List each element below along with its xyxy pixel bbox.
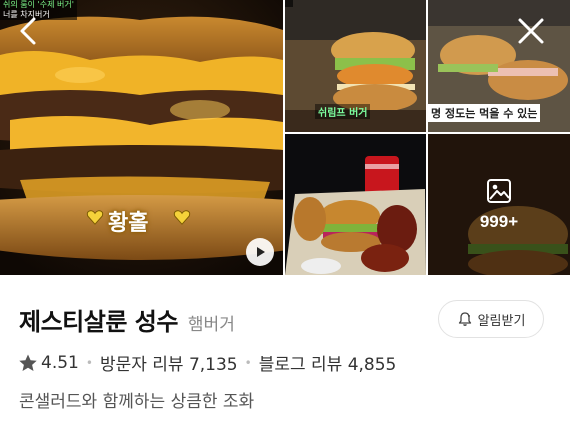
fried-chicken-burger-image bbox=[285, 134, 426, 275]
visitor-reviews-link[interactable]: 방문자 리뷰 7,135 bbox=[100, 350, 238, 375]
star-icon bbox=[19, 354, 37, 371]
heart-sticker-left-icon bbox=[86, 210, 104, 225]
back-button[interactable] bbox=[12, 14, 46, 48]
thumb2-caption: 명 정도는 먹을 수 있는 bbox=[428, 104, 541, 122]
photo-gallery: 쉬의 룸이 '수제 버거' 너를 차지버거 황홀 쉬림프 버거 명 정도는 먹을… bbox=[0, 0, 570, 275]
thumb1-caption: 쉬림프 버거 bbox=[315, 104, 371, 119]
place-name: 제스티살룬 성수 bbox=[19, 308, 178, 336]
thumbnail-photo-more[interactable]: 999+ bbox=[428, 134, 570, 275]
stats-row: 4.51 • 방문자 리뷰 7,135 • 블로그 리뷰 4,855 bbox=[18, 350, 396, 375]
place-category: 햄버거 bbox=[187, 315, 235, 335]
play-button[interactable] bbox=[246, 238, 274, 266]
thumbnail-photo-2[interactable]: 명 정도는 먹을 수 있는 bbox=[428, 0, 570, 132]
close-button[interactable] bbox=[514, 14, 548, 48]
rating-value: 4.51 bbox=[41, 352, 79, 373]
main-overlay-text: 황홀 bbox=[108, 211, 149, 236]
place-description: 콘샐러드와 함께하는 상큼한 조화 bbox=[19, 392, 255, 412]
bell-icon bbox=[458, 312, 471, 326]
place-title-row: 제스티살룬 성수 햄버거 bbox=[19, 302, 235, 336]
main-caption-line-1: 쉬의 룸이 '수제 버거' bbox=[0, 0, 77, 10]
close-icon bbox=[518, 18, 544, 44]
heart-sticker-right-icon bbox=[173, 210, 191, 225]
alarm-label: 알림받기 bbox=[477, 313, 526, 329]
alarm-button[interactable]: 알림받기 bbox=[438, 300, 544, 338]
more-photos-count: 999+ bbox=[479, 211, 519, 231]
play-icon bbox=[257, 247, 265, 257]
photo-icon bbox=[487, 178, 511, 203]
thumbnail-photo-1[interactable]: 쉬림프 버거 bbox=[285, 0, 426, 132]
blog-reviews-link[interactable]: 블로그 리뷰 4,855 bbox=[259, 350, 397, 375]
thumbnail-photo-3[interactable] bbox=[285, 134, 426, 275]
more-photos: 999+ bbox=[428, 134, 570, 275]
chevron-left-icon bbox=[20, 17, 36, 45]
